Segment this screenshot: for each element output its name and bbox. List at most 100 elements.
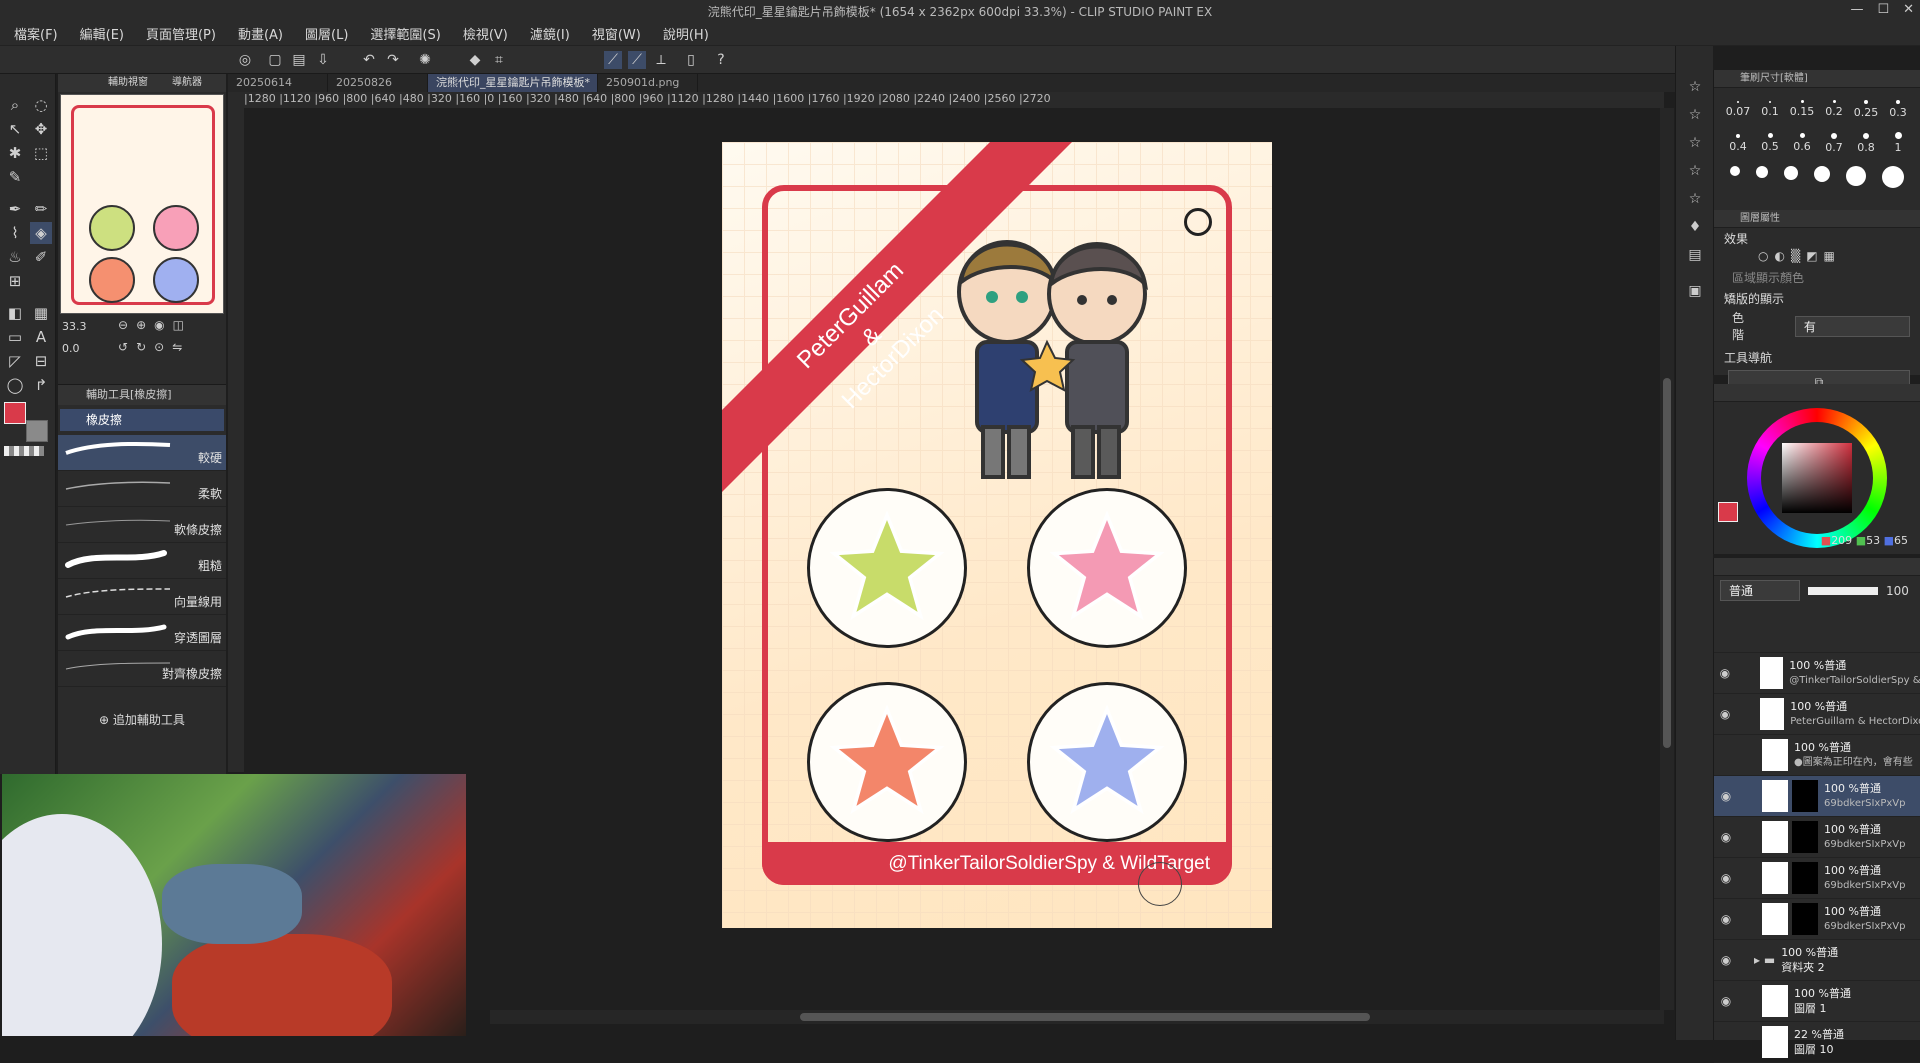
zoom-tool-icon[interactable]: ⌕ [4, 94, 26, 116]
loading-icon[interactable]: ✺ [416, 51, 434, 69]
snap-grid-icon[interactable]: ⟂ [652, 51, 670, 69]
tab-navigator[interactable]: 導航器 [172, 74, 202, 92]
menu-layer[interactable]: 圖層(L) [305, 24, 348, 43]
subtool-item[interactable]: 柔軟 [58, 471, 226, 507]
redo-icon[interactable]: ↷ [384, 51, 402, 69]
layer-row[interactable]: ◉ 100 %普通 69bdkerSIxPxVp [1714, 858, 1920, 899]
eye-icon[interactable]: ◉ [1714, 707, 1736, 721]
opacity-slider[interactable] [1808, 586, 1878, 595]
subtool-item[interactable]: 軟條皮擦 [58, 507, 226, 543]
brush-size-option[interactable]: 0.8 [1850, 126, 1882, 160]
brush-size-option[interactable]: 0.3 [1882, 92, 1914, 126]
move-layer-icon[interactable]: ✥ [30, 118, 52, 140]
brush-size-option[interactable]: 0.1 [1754, 92, 1786, 126]
gradient-tool-icon[interactable]: ▦ [30, 302, 52, 324]
layer-row[interactable]: 22 %普通 圖層 10 [1714, 1022, 1920, 1063]
canvas-paper[interactable]: PeterGuillam & HectorDixon @TinkerTailor… [722, 142, 1272, 928]
material-icon[interactable]: ☆ [1684, 132, 1706, 154]
brush-size-option[interactable]: 0.2 [1818, 92, 1850, 126]
actual-size-icon[interactable]: ◫ [173, 318, 184, 332]
eye-icon[interactable]: ◉ [1714, 994, 1738, 1008]
subtool-item[interactable]: 向量線用 [58, 579, 226, 615]
eraser-tool-icon[interactable]: ◈ [30, 222, 52, 244]
material-icon[interactable]: ☆ [1684, 104, 1706, 126]
menu-page[interactable]: 頁面管理(P) [146, 24, 216, 43]
color-wheel[interactable] [1747, 408, 1887, 548]
menu-select[interactable]: 選擇範圍(S) [370, 24, 440, 43]
eye-icon[interactable]: ◉ [1714, 666, 1736, 680]
tab-document-active[interactable]: 浣熊代印_星星鑰匙片吊飾模板* [428, 74, 598, 92]
new-file-icon[interactable]: ▢ [266, 51, 284, 69]
vertical-scrollbar[interactable] [1660, 108, 1674, 1010]
folder-icon[interactable]: ▸ ▬ [1754, 953, 1775, 967]
tab-sub-view[interactable]: 輔助視窗 [108, 74, 148, 92]
layer-row[interactable]: ◉ 100 %普通 69bdkerSIxPxVp [1714, 817, 1920, 858]
maximize-button[interactable]: ☐ [1877, 2, 1889, 17]
layer-folder-row[interactable]: ◉ ▸ ▬ 100 %普通 資料夾 2 [1714, 940, 1920, 981]
save-icon[interactable]: ⇩ [314, 51, 332, 69]
reset-rotation-icon[interactable]: ⊙ [154, 340, 164, 354]
water-drop-icon[interactable]: ♦ [1684, 216, 1706, 238]
frame-tool-icon[interactable]: ⊟ [30, 350, 52, 372]
layer-row[interactable]: 100 %普通 ●圖案為正印在內，會有些 [1714, 735, 1920, 776]
layer-row[interactable]: ◉ 100 %普通 @TinkerTailorSoldierSpy & W [1714, 653, 1920, 694]
menu-filter[interactable]: 濾鏡(I) [530, 24, 570, 43]
menu-window[interactable]: 視窗(W) [592, 24, 641, 43]
clip-studio-icon[interactable]: ◎ [236, 51, 254, 69]
undo-icon[interactable]: ↶ [360, 51, 378, 69]
rotate-right-icon[interactable]: ↻ [136, 340, 146, 354]
operation-tool-icon[interactable]: ↖ [4, 118, 26, 140]
snap-special-ruler-icon[interactable]: ⟋ [628, 51, 646, 69]
lasso-tool-icon[interactable]: ◯ [4, 374, 26, 396]
material-icon[interactable]: ☆ [1684, 188, 1706, 210]
brush-size-option[interactable]: 0.25 [1850, 92, 1882, 126]
video-overlay[interactable] [2, 774, 466, 1036]
history-icon[interactable]: ▤ [1684, 244, 1706, 266]
layer-row-selected[interactable]: ◉ 100 %普通 69bdkerSIxPxVp [1714, 776, 1920, 817]
transform-icon[interactable]: ⌗ [490, 51, 508, 69]
eye-icon[interactable]: ◉ [1714, 830, 1738, 844]
eye-icon[interactable]: ◉ [1714, 912, 1738, 926]
subtool-item[interactable]: 穿透圖層 [58, 615, 226, 651]
extract-line-icon[interactable]: ◐ [1774, 249, 1784, 263]
wheel-main-color[interactable] [1718, 502, 1738, 522]
minimize-button[interactable]: — [1850, 2, 1863, 17]
menu-file[interactable]: 檔案(F) [14, 24, 58, 43]
pencil-tool-icon[interactable]: ✏ [30, 198, 52, 220]
hand-tool-icon[interactable]: ◌ [30, 94, 52, 116]
subtool-item[interactable]: 粗糙 [58, 543, 226, 579]
border-effect-icon[interactable]: ○ [1758, 249, 1768, 263]
close-button[interactable]: ✕ [1903, 2, 1914, 17]
sub-color-swatch[interactable] [26, 420, 48, 442]
shape-tool-icon[interactable]: ▭ [4, 326, 26, 348]
subtool-item[interactable]: 對齊橡皮擦 [58, 651, 226, 687]
brush-size-option[interactable]: 0.5 [1754, 126, 1786, 160]
tablet-icon[interactable]: ▯ [682, 51, 700, 69]
brush-size-option[interactable]: 0.6 [1786, 126, 1818, 160]
fill-tool-icon[interactable]: ◧ [4, 302, 26, 324]
material-icon[interactable]: ☆ [1684, 160, 1706, 182]
reduce-color-icon[interactable]: ▦ [1824, 249, 1835, 263]
zoom-in-icon[interactable]: ⊕ [136, 318, 146, 332]
opacity-value[interactable]: 100 [1886, 584, 1909, 598]
navigator-preview[interactable] [60, 94, 224, 314]
fill-icon[interactable]: ◆ [466, 51, 484, 69]
horizontal-scrollbar[interactable] [490, 1010, 1664, 1024]
eye-icon[interactable]: ◉ [1714, 789, 1738, 803]
brush-size-option[interactable]: 1 [1882, 126, 1914, 160]
pen-tool-icon[interactable]: ✒ [4, 198, 26, 220]
snap-ruler-icon[interactable]: ⟋ [604, 51, 622, 69]
layer-row[interactable]: ◉ 100 %普通 PeterGuillam & HectorDixon [1714, 694, 1920, 735]
ruler-tool-icon[interactable]: ◸ [4, 350, 26, 372]
figure-tool-icon[interactable]: ⊞ [4, 270, 26, 292]
help-icon[interactable]: ? [712, 51, 730, 69]
menu-animation[interactable]: 動畫(A) [238, 24, 283, 43]
blend-mode-select[interactable]: 普通 [1720, 580, 1800, 601]
eye-icon[interactable]: ◉ [1714, 953, 1738, 967]
menu-help[interactable]: 說明(H) [663, 24, 709, 43]
saturation-value-square[interactable] [1782, 443, 1852, 513]
layer-color-icon[interactable]: ◩ [1806, 249, 1817, 263]
airbrush-icon[interactable]: ♨ [4, 246, 26, 268]
auto-select-icon[interactable]: ✱ [4, 142, 26, 164]
color-level-select[interactable]: 有 [1794, 315, 1910, 337]
